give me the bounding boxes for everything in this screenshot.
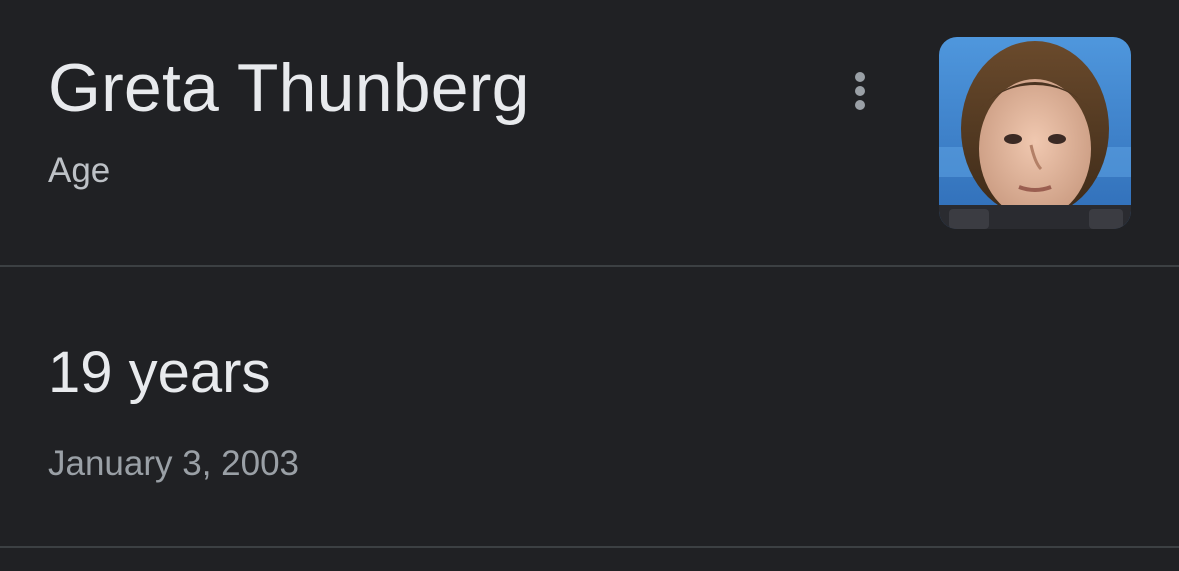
attribute-label: Age <box>48 151 111 190</box>
age-answer: 19 years <box>48 340 271 405</box>
more-options-button[interactable] <box>836 62 884 122</box>
entity-thumbnail[interactable] <box>939 37 1131 229</box>
footer-divider <box>0 546 1179 548</box>
more-vert-icon <box>855 72 865 110</box>
header-divider <box>0 265 1179 267</box>
portrait-photo <box>939 37 1131 229</box>
knowledge-card: Greta Thunberg Age 19 years January 3, 2… <box>0 0 1179 571</box>
entity-title[interactable]: Greta Thunberg <box>48 48 530 128</box>
birth-date: January 3, 2003 <box>48 444 300 483</box>
card-header: Greta Thunberg Age <box>0 0 1179 266</box>
